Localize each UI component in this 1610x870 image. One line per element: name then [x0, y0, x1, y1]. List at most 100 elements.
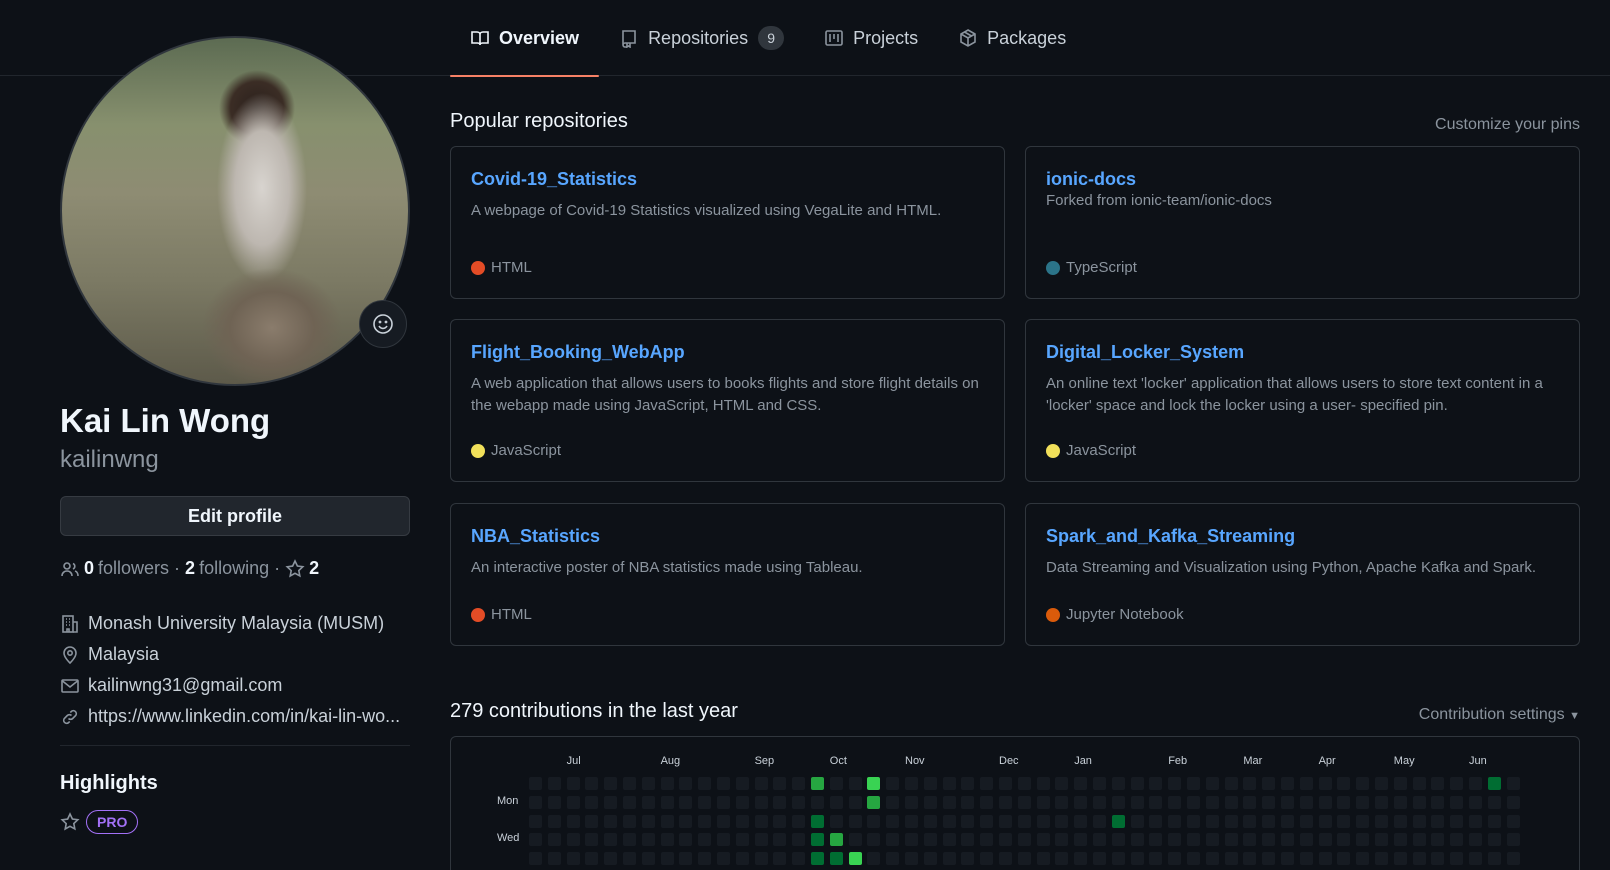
- contribution-day-cell[interactable]: [1130, 795, 1144, 809]
- contribution-day-cell[interactable]: [1318, 852, 1332, 866]
- contribution-day-cell[interactable]: [604, 814, 618, 828]
- contribution-day-cell[interactable]: [905, 777, 918, 790]
- contribution-day-cell[interactable]: [792, 814, 806, 828]
- contribution-day-cell[interactable]: [1074, 814, 1088, 828]
- contribution-day-cell[interactable]: [980, 852, 994, 866]
- contribution-day-cell[interactable]: [1299, 795, 1313, 809]
- contribution-day-cell[interactable]: [1469, 833, 1482, 847]
- website-link[interactable]: https://www.linkedin.com/in/kai-lin-wo..…: [88, 706, 400, 727]
- contribution-day-cell[interactable]: [754, 852, 768, 866]
- contribution-day-cell[interactable]: [961, 777, 975, 790]
- contribution-day-cell[interactable]: [999, 814, 1012, 828]
- set-status-button[interactable]: [359, 300, 407, 348]
- contribution-day-cell[interactable]: [1431, 777, 1445, 790]
- contribution-day-cell[interactable]: [1149, 852, 1163, 866]
- contribution-day-cell[interactable]: [1149, 833, 1163, 847]
- contribution-day-cell[interactable]: [1487, 833, 1501, 847]
- edit-profile-button[interactable]: Edit profile: [60, 496, 410, 536]
- contribution-day-cell[interactable]: [1412, 814, 1426, 828]
- contribution-day-cell[interactable]: [1093, 852, 1106, 866]
- contribution-day-cell[interactable]: [848, 814, 862, 828]
- contribution-day-cell[interactable]: [1337, 795, 1351, 809]
- contribution-day-cell[interactable]: [942, 852, 956, 866]
- contribution-day-cell[interactable]: [1187, 833, 1200, 847]
- contribution-day-cell[interactable]: [1111, 795, 1125, 809]
- contribution-day-cell[interactable]: [754, 795, 768, 809]
- contribution-day-cell[interactable]: [735, 814, 749, 828]
- tab-repositories[interactable]: Repositories 9: [599, 0, 804, 76]
- contribution-day-cell[interactable]: [660, 852, 674, 866]
- contribution-day-cell[interactable]: [529, 833, 542, 847]
- contribution-day-cell[interactable]: [773, 833, 787, 847]
- contribution-day-cell[interactable]: [961, 795, 975, 809]
- contribution-day-cell[interactable]: [1281, 833, 1294, 847]
- contribution-day-cell[interactable]: [1469, 852, 1482, 866]
- contribution-day-cell[interactable]: [1469, 814, 1482, 828]
- contribution-day-cell[interactable]: [811, 852, 824, 866]
- contribution-day-cell[interactable]: [999, 833, 1012, 847]
- contribution-day-cell[interactable]: [961, 814, 975, 828]
- contribution-day-cell[interactable]: [1055, 777, 1069, 790]
- contribution-day-cell[interactable]: [641, 814, 655, 828]
- contribution-day-cell[interactable]: [1130, 777, 1144, 790]
- contribution-day-cell[interactable]: [1337, 814, 1351, 828]
- contribution-day-cell[interactable]: [905, 795, 918, 809]
- contribution-day-cell[interactable]: [1036, 795, 1050, 809]
- contribution-day-cell[interactable]: [1431, 795, 1445, 809]
- contribution-day-cell[interactable]: [980, 814, 994, 828]
- contribution-day-cell[interactable]: [585, 814, 599, 828]
- contribution-day-cell[interactable]: [1337, 852, 1351, 866]
- contribution-day-cell[interactable]: [1224, 814, 1238, 828]
- contribution-day-cell[interactable]: [1487, 852, 1501, 866]
- repo-link[interactable]: ionic-docs: [1046, 169, 1136, 190]
- contribution-day-cell[interactable]: [829, 795, 843, 809]
- contribution-day-cell[interactable]: [811, 795, 824, 809]
- contribution-day-cell[interactable]: [1036, 833, 1050, 847]
- contribution-day-cell[interactable]: [942, 814, 956, 828]
- contribution-day-cell[interactable]: [942, 795, 956, 809]
- contribution-day-cell[interactable]: [1375, 814, 1388, 828]
- contribution-day-cell[interactable]: [792, 795, 806, 809]
- contribution-day-cell[interactable]: [999, 852, 1012, 866]
- contribution-day-cell[interactable]: [848, 852, 862, 866]
- contribution-day-cell[interactable]: [529, 814, 542, 828]
- contribution-day-cell[interactable]: [1281, 777, 1294, 790]
- contribution-day-cell[interactable]: [811, 833, 824, 847]
- contribution-day-cell[interactable]: [886, 777, 900, 790]
- contribution-day-cell[interactable]: [1243, 814, 1257, 828]
- contribution-day-cell[interactable]: [1281, 814, 1294, 828]
- contribution-settings-dropdown[interactable]: Contribution settings ▼: [1419, 706, 1580, 724]
- repo-link[interactable]: NBA_Statistics: [471, 526, 600, 547]
- contribution-day-cell[interactable]: [1262, 814, 1276, 828]
- contribution-day-cell[interactable]: [735, 795, 749, 809]
- contribution-day-cell[interactable]: [773, 795, 787, 809]
- contribution-day-cell[interactable]: [1074, 777, 1088, 790]
- contribution-day-cell[interactable]: [1375, 777, 1388, 790]
- contribution-day-cell[interactable]: [660, 795, 674, 809]
- contribution-day-cell[interactable]: [1224, 777, 1238, 790]
- contribution-day-cell[interactable]: [717, 777, 730, 790]
- contribution-day-cell[interactable]: [811, 777, 824, 790]
- contribution-day-cell[interactable]: [754, 777, 768, 790]
- contribution-day-cell[interactable]: [923, 795, 937, 809]
- contribution-day-cell[interactable]: [1205, 833, 1219, 847]
- following-link[interactable]: 2 following: [185, 558, 269, 579]
- contribution-day-cell[interactable]: [1017, 852, 1031, 866]
- contribution-day-cell[interactable]: [679, 814, 693, 828]
- contribution-day-cell[interactable]: [1074, 852, 1088, 866]
- contribution-day-cell[interactable]: [1412, 852, 1426, 866]
- contribution-day-cell[interactable]: [1450, 777, 1464, 790]
- contribution-day-cell[interactable]: [585, 777, 599, 790]
- contribution-day-cell[interactable]: [1055, 814, 1069, 828]
- contribution-day-cell[interactable]: [1205, 852, 1219, 866]
- contribution-day-cell[interactable]: [698, 777, 712, 790]
- contribution-day-cell[interactable]: [547, 833, 561, 847]
- contribution-day-cell[interactable]: [1318, 814, 1332, 828]
- contribution-day-cell[interactable]: [942, 833, 956, 847]
- contribution-day-cell[interactable]: [1149, 814, 1163, 828]
- contribution-day-cell[interactable]: [698, 814, 712, 828]
- contribution-day-cell[interactable]: [1036, 814, 1050, 828]
- contribution-day-cell[interactable]: [1224, 833, 1238, 847]
- contribution-day-cell[interactable]: [1450, 833, 1464, 847]
- contribution-day-cell[interactable]: [1412, 777, 1426, 790]
